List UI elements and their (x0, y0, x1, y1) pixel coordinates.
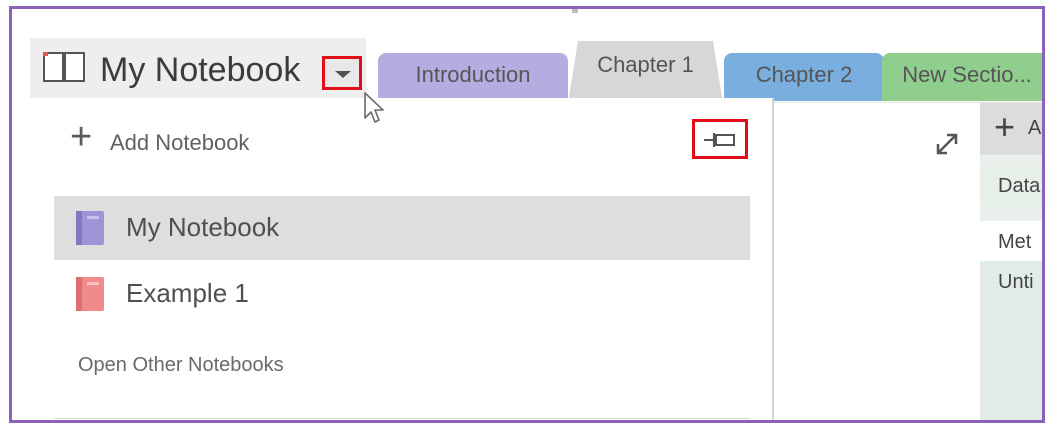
notebook-icon (43, 52, 85, 82)
chevron-down-icon (335, 71, 351, 78)
notebook-item-example-1[interactable]: Example 1 (54, 262, 750, 326)
mouse-pointer-icon (364, 92, 384, 123)
notebook-dropdown-panel: + Add Notebook My Notebook Example 1 Ope… (30, 98, 774, 420)
tab-chapter-1[interactable]: Chapter 1 (568, 41, 723, 103)
tab-chapter-2[interactable]: Chapter 2 (724, 53, 884, 101)
open-other-notebooks-link[interactable]: Open Other Notebooks (78, 354, 284, 377)
plus-icon: + (994, 106, 1016, 147)
page-item[interactable]: Data (980, 165, 1042, 207)
notebook-item-my-notebook[interactable]: My Notebook (54, 196, 750, 260)
tab-introduction[interactable]: Introduction (378, 53, 568, 101)
notebook-selector[interactable]: My Notebook (30, 38, 366, 99)
top-strip (12, 9, 1042, 37)
add-page-button[interactable]: + A (980, 103, 1042, 155)
notebook-book-icon (76, 277, 104, 311)
plus-icon: + (70, 116, 93, 158)
page-item[interactable]: Unti (980, 261, 1042, 420)
notebook-dropdown-button[interactable] (322, 56, 362, 90)
add-notebook-label: Add Notebook (110, 130, 250, 155)
expand-icon[interactable] (932, 129, 962, 159)
notebook-item-label: My Notebook (126, 212, 280, 242)
pin-icon (704, 133, 735, 147)
divider (54, 418, 750, 419)
screenshot-frame: Introduction Chapter 1 Chapter 2 New Sec… (9, 6, 1045, 423)
page-item[interactable]: Met (980, 221, 1042, 263)
tab-new-section[interactable]: New Sectio... (882, 53, 1042, 101)
notebook-item-label: Example 1 (126, 278, 249, 308)
pin-notebook-pane-button[interactable] (692, 119, 748, 159)
notebook-title[interactable]: My Notebook (100, 50, 300, 90)
top-strip-mark (572, 9, 578, 13)
notebook-book-icon (76, 211, 104, 245)
pages-panel: + A Data Met Unti (980, 103, 1042, 420)
add-page-label: A (1028, 117, 1042, 139)
page-content-area: + A Data Met Unti (772, 102, 1042, 420)
